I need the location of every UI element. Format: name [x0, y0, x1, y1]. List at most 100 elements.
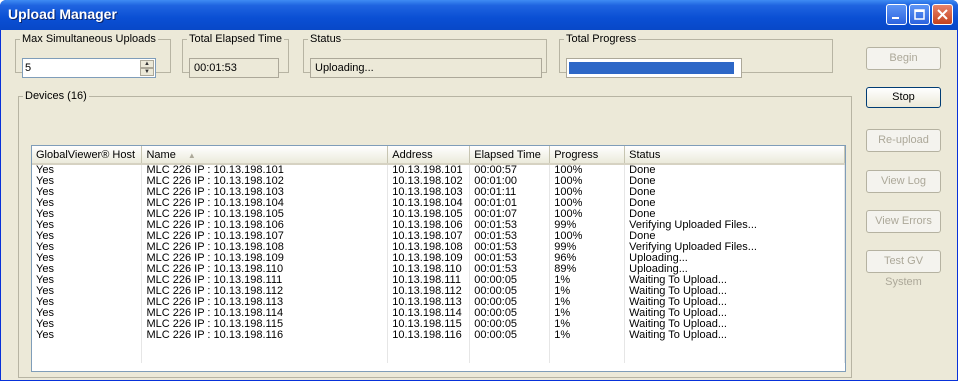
- table-row[interactable]: Yes MLC 226 IP : 10.13.198.108 10.13.198.1…: [32, 242, 845, 253]
- table-row[interactable]: Yes MLC 226 IP : 10.13.198.101 10.13.198.1…: [32, 164, 845, 176]
- cell-elapsed: 00:00:05: [469, 319, 551, 330]
- max-uploads-label: Max Simultaneous Uploads: [22, 33, 156, 45]
- cell-address: 10.13.198.109: [387, 253, 471, 264]
- cell-address: 10.13.198.111: [387, 275, 471, 286]
- table-row[interactable]: Yes MLC 226 IP : 10.13.198.116 10.13.198.1…: [32, 330, 845, 341]
- elapsed-label: Total Elapsed Time: [189, 33, 282, 45]
- cell-host: Yes: [32, 308, 143, 319]
- col-status-label: Status: [629, 148, 661, 161]
- devices-header-row: GlobalViewer® Host Name ▲ Address Elapsed…: [32, 146, 845, 165]
- begin-button[interactable]: Begin: [866, 47, 941, 70]
- cell-address: 10.13.198.103: [387, 187, 471, 198]
- cell-address: 10.13.198.110: [387, 264, 471, 275]
- devices-list[interactable]: GlobalViewer® Host Name ▲ Address Elapsed…: [31, 145, 846, 372]
- cell-name: MLC 226 IP : 10.13.198.106: [141, 220, 389, 231]
- cell-elapsed: 00:01:53: [469, 220, 551, 231]
- cell-status: Waiting To Upload...: [624, 330, 845, 341]
- cell-host: Yes: [32, 319, 143, 330]
- status-group: Status Uploading...: [303, 33, 547, 78]
- table-row[interactable]: Yes MLC 226 IP : 10.13.198.114 10.13.198.1…: [32, 308, 845, 319]
- total-progress-fill: [569, 62, 734, 74]
- col-header-progress[interactable]: Progress: [549, 146, 626, 165]
- empty-cell: [469, 341, 551, 352]
- cell-address: 10.13.198.113: [387, 297, 471, 308]
- cell-progress: 100%: [549, 187, 626, 198]
- cell-name: MLC 226 IP : 10.13.198.112: [141, 286, 389, 297]
- table-row[interactable]: Yes MLC 226 IP : 10.13.198.105 10.13.198.1…: [32, 209, 845, 220]
- cell-name: MLC 226 IP : 10.13.198.102: [141, 176, 389, 187]
- table-row[interactable]: Yes MLC 226 IP : 10.13.198.107 10.13.198.1…: [32, 231, 845, 242]
- table-row[interactable]: Yes MLC 226 IP : 10.13.198.103 10.13.198.1…: [32, 187, 845, 198]
- cell-status: Waiting To Upload...: [624, 319, 845, 330]
- cell-name: MLC 226 IP : 10.13.198.103: [141, 187, 389, 198]
- cell-name: MLC 226 IP : 10.13.198.110: [141, 264, 389, 275]
- view-log-button[interactable]: View Log: [866, 170, 941, 193]
- spin-down-icon[interactable]: ▼: [140, 68, 154, 76]
- cell-host: Yes: [32, 330, 143, 341]
- cell-status: Uploading...: [624, 264, 845, 275]
- cell-status: Waiting To Upload...: [624, 275, 845, 286]
- col-name-label: Name: [146, 148, 176, 161]
- cell-status: Done: [624, 231, 845, 242]
- cell-elapsed: 00:00:05: [469, 275, 551, 286]
- cell-status: Done: [624, 164, 845, 176]
- status-value: Uploading...: [310, 58, 542, 78]
- empty-cell: [624, 341, 845, 352]
- cell-progress: 1%: [549, 308, 626, 319]
- cell-progress: 1%: [549, 330, 626, 341]
- total-progress-label: Total Progress: [566, 33, 637, 45]
- cell-name: MLC 226 IP : 10.13.198.107: [141, 231, 389, 242]
- table-row[interactable]: Yes MLC 226 IP : 10.13.198.102 10.13.198.1…: [32, 176, 845, 187]
- table-row[interactable]: Yes MLC 226 IP : 10.13.198.111 10.13.198.1…: [32, 275, 845, 286]
- cell-progress: 100%: [549, 198, 626, 209]
- upload-manager-window: Upload Manager Max Simultaneous Uploads …: [0, 0, 958, 381]
- close-button[interactable]: [932, 4, 953, 25]
- view-errors-button[interactable]: View Errors: [866, 210, 941, 233]
- empty-cell: [387, 352, 471, 363]
- col-header-elapsed[interactable]: Elapsed Time: [469, 146, 551, 165]
- cell-host: Yes: [32, 187, 143, 198]
- cell-progress: 1%: [549, 319, 626, 330]
- table-row[interactable]: Yes MLC 226 IP : 10.13.198.112 10.13.198.1…: [32, 286, 845, 297]
- cell-elapsed: 00:01:01: [469, 198, 551, 209]
- devices-table: GlobalViewer® Host Name ▲ Address Elapsed…: [32, 146, 845, 363]
- cell-host: Yes: [32, 286, 143, 297]
- minimize-icon: [892, 17, 899, 19]
- cell-name: MLC 226 IP : 10.13.198.114: [141, 308, 389, 319]
- max-uploads-input[interactable]: [25, 61, 135, 75]
- cell-progress: 89%: [549, 264, 626, 275]
- table-row[interactable]: Yes MLC 226 IP : 10.13.198.110 10.13.198.1…: [32, 264, 845, 275]
- cell-status: Done: [624, 187, 845, 198]
- cell-progress: 99%: [549, 242, 626, 253]
- cell-elapsed: 00:00:57: [469, 164, 551, 176]
- empty-row: [32, 352, 845, 363]
- col-header-address[interactable]: Address: [387, 146, 471, 165]
- table-row[interactable]: Yes MLC 226 IP : 10.13.198.106 10.13.198.1…: [32, 220, 845, 231]
- col-header-name[interactable]: Name ▲: [141, 146, 389, 165]
- total-progress-bar: [566, 58, 742, 78]
- table-row[interactable]: Yes MLC 226 IP : 10.13.198.115 10.13.198.1…: [32, 319, 845, 330]
- table-row[interactable]: Yes MLC 226 IP : 10.13.198.113 10.13.198.1…: [32, 297, 845, 308]
- max-uploads-group: Max Simultaneous Uploads ▲ ▼: [15, 33, 171, 78]
- test-gv-system-button[interactable]: Test GV System: [866, 250, 941, 288]
- elapsed-group: Total Elapsed Time 00:01:53: [182, 33, 289, 78]
- maximize-button[interactable]: [909, 4, 930, 25]
- title-bar[interactable]: Upload Manager: [0, 0, 958, 30]
- devices-table-body: Yes MLC 226 IP : 10.13.198.101 10.13.198.1…: [32, 164, 845, 363]
- col-header-host[interactable]: GlobalViewer® Host: [32, 146, 143, 165]
- table-row[interactable]: Yes MLC 226 IP : 10.13.198.104 10.13.198.1…: [32, 198, 845, 209]
- cell-name: MLC 226 IP : 10.13.198.116: [141, 330, 389, 341]
- spin-up-icon[interactable]: ▲: [140, 60, 154, 68]
- max-uploads-spinner[interactable]: ▲ ▼: [22, 58, 156, 78]
- stop-button[interactable]: Stop: [866, 87, 941, 108]
- cell-progress: 100%: [549, 231, 626, 242]
- col-header-status[interactable]: Status: [624, 146, 845, 165]
- cell-host: Yes: [32, 242, 143, 253]
- empty-cell: [549, 352, 626, 363]
- minimize-button[interactable]: [886, 4, 907, 25]
- reupload-button[interactable]: Re-upload: [866, 129, 941, 152]
- window-body: Max Simultaneous Uploads ▲ ▼ Total Elaps…: [3, 30, 955, 378]
- status-label: Status: [310, 33, 342, 45]
- table-row[interactable]: Yes MLC 226 IP : 10.13.198.109 10.13.198.1…: [32, 253, 845, 264]
- cell-elapsed: 00:01:07: [469, 209, 551, 220]
